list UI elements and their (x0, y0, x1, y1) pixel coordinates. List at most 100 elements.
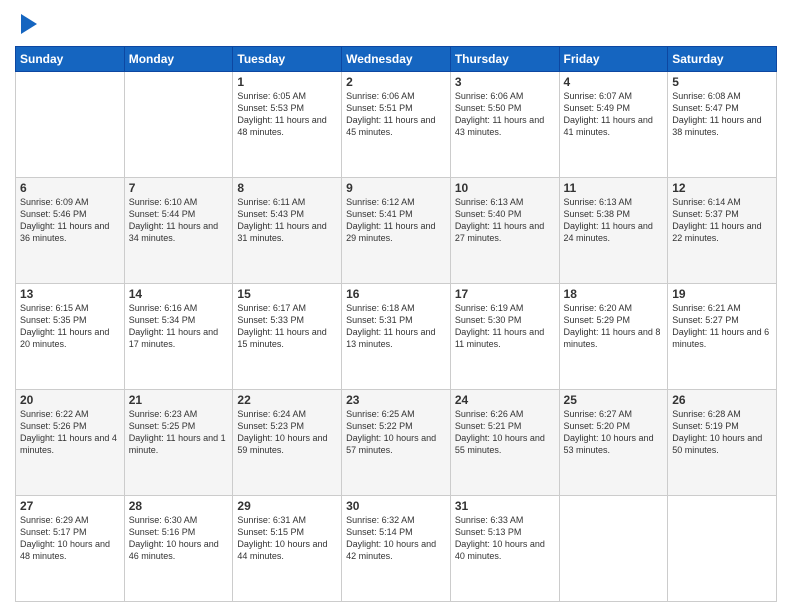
week-row-5: 27Sunrise: 6:29 AM Sunset: 5:17 PM Dayli… (16, 496, 777, 602)
day-number: 11 (564, 181, 664, 195)
calendar-cell: 5Sunrise: 6:08 AM Sunset: 5:47 PM Daylig… (668, 72, 777, 178)
day-number: 6 (20, 181, 120, 195)
day-info: Sunrise: 6:25 AM Sunset: 5:22 PM Dayligh… (346, 408, 446, 457)
calendar-cell: 12Sunrise: 6:14 AM Sunset: 5:37 PM Dayli… (668, 178, 777, 284)
day-info: Sunrise: 6:15 AM Sunset: 5:35 PM Dayligh… (20, 302, 120, 351)
day-info: Sunrise: 6:06 AM Sunset: 5:50 PM Dayligh… (455, 90, 555, 139)
day-info: Sunrise: 6:33 AM Sunset: 5:13 PM Dayligh… (455, 514, 555, 563)
calendar-cell: 7Sunrise: 6:10 AM Sunset: 5:44 PM Daylig… (124, 178, 233, 284)
calendar-cell: 18Sunrise: 6:20 AM Sunset: 5:29 PM Dayli… (559, 284, 668, 390)
calendar-cell: 25Sunrise: 6:27 AM Sunset: 5:20 PM Dayli… (559, 390, 668, 496)
calendar-cell: 15Sunrise: 6:17 AM Sunset: 5:33 PM Dayli… (233, 284, 342, 390)
day-info: Sunrise: 6:22 AM Sunset: 5:26 PM Dayligh… (20, 408, 120, 457)
header (15, 10, 777, 38)
calendar-cell: 24Sunrise: 6:26 AM Sunset: 5:21 PM Dayli… (450, 390, 559, 496)
weekday-header-friday: Friday (559, 47, 668, 72)
calendar-cell (668, 496, 777, 602)
week-row-1: 1Sunrise: 6:05 AM Sunset: 5:53 PM Daylig… (16, 72, 777, 178)
weekday-header-sunday: Sunday (16, 47, 125, 72)
day-info: Sunrise: 6:11 AM Sunset: 5:43 PM Dayligh… (237, 196, 337, 245)
calendar-cell: 19Sunrise: 6:21 AM Sunset: 5:27 PM Dayli… (668, 284, 777, 390)
calendar-cell: 23Sunrise: 6:25 AM Sunset: 5:22 PM Dayli… (342, 390, 451, 496)
calendar-cell: 22Sunrise: 6:24 AM Sunset: 5:23 PM Dayli… (233, 390, 342, 496)
day-info: Sunrise: 6:24 AM Sunset: 5:23 PM Dayligh… (237, 408, 337, 457)
week-row-3: 13Sunrise: 6:15 AM Sunset: 5:35 PM Dayli… (16, 284, 777, 390)
day-info: Sunrise: 6:09 AM Sunset: 5:46 PM Dayligh… (20, 196, 120, 245)
day-number: 19 (672, 287, 772, 301)
day-info: Sunrise: 6:08 AM Sunset: 5:47 PM Dayligh… (672, 90, 772, 139)
day-number: 3 (455, 75, 555, 89)
day-info: Sunrise: 6:06 AM Sunset: 5:51 PM Dayligh… (346, 90, 446, 139)
calendar-cell: 13Sunrise: 6:15 AM Sunset: 5:35 PM Dayli… (16, 284, 125, 390)
calendar-cell: 2Sunrise: 6:06 AM Sunset: 5:51 PM Daylig… (342, 72, 451, 178)
day-info: Sunrise: 6:05 AM Sunset: 5:53 PM Dayligh… (237, 90, 337, 139)
day-number: 27 (20, 499, 120, 513)
calendar-cell: 28Sunrise: 6:30 AM Sunset: 5:16 PM Dayli… (124, 496, 233, 602)
day-number: 24 (455, 393, 555, 407)
day-info: Sunrise: 6:30 AM Sunset: 5:16 PM Dayligh… (129, 514, 229, 563)
day-number: 1 (237, 75, 337, 89)
weekday-header-row: SundayMondayTuesdayWednesdayThursdayFrid… (16, 47, 777, 72)
calendar-cell: 16Sunrise: 6:18 AM Sunset: 5:31 PM Dayli… (342, 284, 451, 390)
day-info: Sunrise: 6:10 AM Sunset: 5:44 PM Dayligh… (129, 196, 229, 245)
calendar-cell: 21Sunrise: 6:23 AM Sunset: 5:25 PM Dayli… (124, 390, 233, 496)
calendar-cell: 30Sunrise: 6:32 AM Sunset: 5:14 PM Dayli… (342, 496, 451, 602)
day-number: 26 (672, 393, 772, 407)
day-info: Sunrise: 6:26 AM Sunset: 5:21 PM Dayligh… (455, 408, 555, 457)
day-number: 14 (129, 287, 229, 301)
weekday-header-thursday: Thursday (450, 47, 559, 72)
calendar-cell: 29Sunrise: 6:31 AM Sunset: 5:15 PM Dayli… (233, 496, 342, 602)
week-row-4: 20Sunrise: 6:22 AM Sunset: 5:26 PM Dayli… (16, 390, 777, 496)
calendar-cell: 6Sunrise: 6:09 AM Sunset: 5:46 PM Daylig… (16, 178, 125, 284)
day-info: Sunrise: 6:32 AM Sunset: 5:14 PM Dayligh… (346, 514, 446, 563)
day-number: 4 (564, 75, 664, 89)
day-info: Sunrise: 6:31 AM Sunset: 5:15 PM Dayligh… (237, 514, 337, 563)
day-number: 17 (455, 287, 555, 301)
day-number: 18 (564, 287, 664, 301)
weekday-header-tuesday: Tuesday (233, 47, 342, 72)
day-number: 13 (20, 287, 120, 301)
day-number: 23 (346, 393, 446, 407)
calendar-cell: 11Sunrise: 6:13 AM Sunset: 5:38 PM Dayli… (559, 178, 668, 284)
weekday-header-monday: Monday (124, 47, 233, 72)
day-number: 7 (129, 181, 229, 195)
calendar-cell: 3Sunrise: 6:06 AM Sunset: 5:50 PM Daylig… (450, 72, 559, 178)
day-number: 12 (672, 181, 772, 195)
day-number: 31 (455, 499, 555, 513)
logo-icon (17, 10, 41, 38)
calendar-page: SundayMondayTuesdayWednesdayThursdayFrid… (0, 0, 792, 612)
calendar-cell (124, 72, 233, 178)
day-info: Sunrise: 6:19 AM Sunset: 5:30 PM Dayligh… (455, 302, 555, 351)
day-info: Sunrise: 6:29 AM Sunset: 5:17 PM Dayligh… (20, 514, 120, 563)
calendar-cell: 8Sunrise: 6:11 AM Sunset: 5:43 PM Daylig… (233, 178, 342, 284)
calendar-cell: 10Sunrise: 6:13 AM Sunset: 5:40 PM Dayli… (450, 178, 559, 284)
calendar-cell (16, 72, 125, 178)
day-info: Sunrise: 6:27 AM Sunset: 5:20 PM Dayligh… (564, 408, 664, 457)
day-info: Sunrise: 6:20 AM Sunset: 5:29 PM Dayligh… (564, 302, 664, 351)
weekday-header-saturday: Saturday (668, 47, 777, 72)
calendar-cell (559, 496, 668, 602)
day-number: 10 (455, 181, 555, 195)
calendar-cell: 20Sunrise: 6:22 AM Sunset: 5:26 PM Dayli… (16, 390, 125, 496)
day-number: 20 (20, 393, 120, 407)
day-number: 2 (346, 75, 446, 89)
logo (15, 10, 41, 38)
day-info: Sunrise: 6:13 AM Sunset: 5:40 PM Dayligh… (455, 196, 555, 245)
calendar-cell: 1Sunrise: 6:05 AM Sunset: 5:53 PM Daylig… (233, 72, 342, 178)
calendar-cell: 9Sunrise: 6:12 AM Sunset: 5:41 PM Daylig… (342, 178, 451, 284)
calendar-table: SundayMondayTuesdayWednesdayThursdayFrid… (15, 46, 777, 602)
day-number: 22 (237, 393, 337, 407)
day-number: 5 (672, 75, 772, 89)
weekday-header-wednesday: Wednesday (342, 47, 451, 72)
day-info: Sunrise: 6:13 AM Sunset: 5:38 PM Dayligh… (564, 196, 664, 245)
day-number: 8 (237, 181, 337, 195)
day-number: 25 (564, 393, 664, 407)
day-number: 16 (346, 287, 446, 301)
day-info: Sunrise: 6:21 AM Sunset: 5:27 PM Dayligh… (672, 302, 772, 351)
day-info: Sunrise: 6:16 AM Sunset: 5:34 PM Dayligh… (129, 302, 229, 351)
week-row-2: 6Sunrise: 6:09 AM Sunset: 5:46 PM Daylig… (16, 178, 777, 284)
day-info: Sunrise: 6:28 AM Sunset: 5:19 PM Dayligh… (672, 408, 772, 457)
day-info: Sunrise: 6:18 AM Sunset: 5:31 PM Dayligh… (346, 302, 446, 351)
day-number: 29 (237, 499, 337, 513)
day-info: Sunrise: 6:07 AM Sunset: 5:49 PM Dayligh… (564, 90, 664, 139)
